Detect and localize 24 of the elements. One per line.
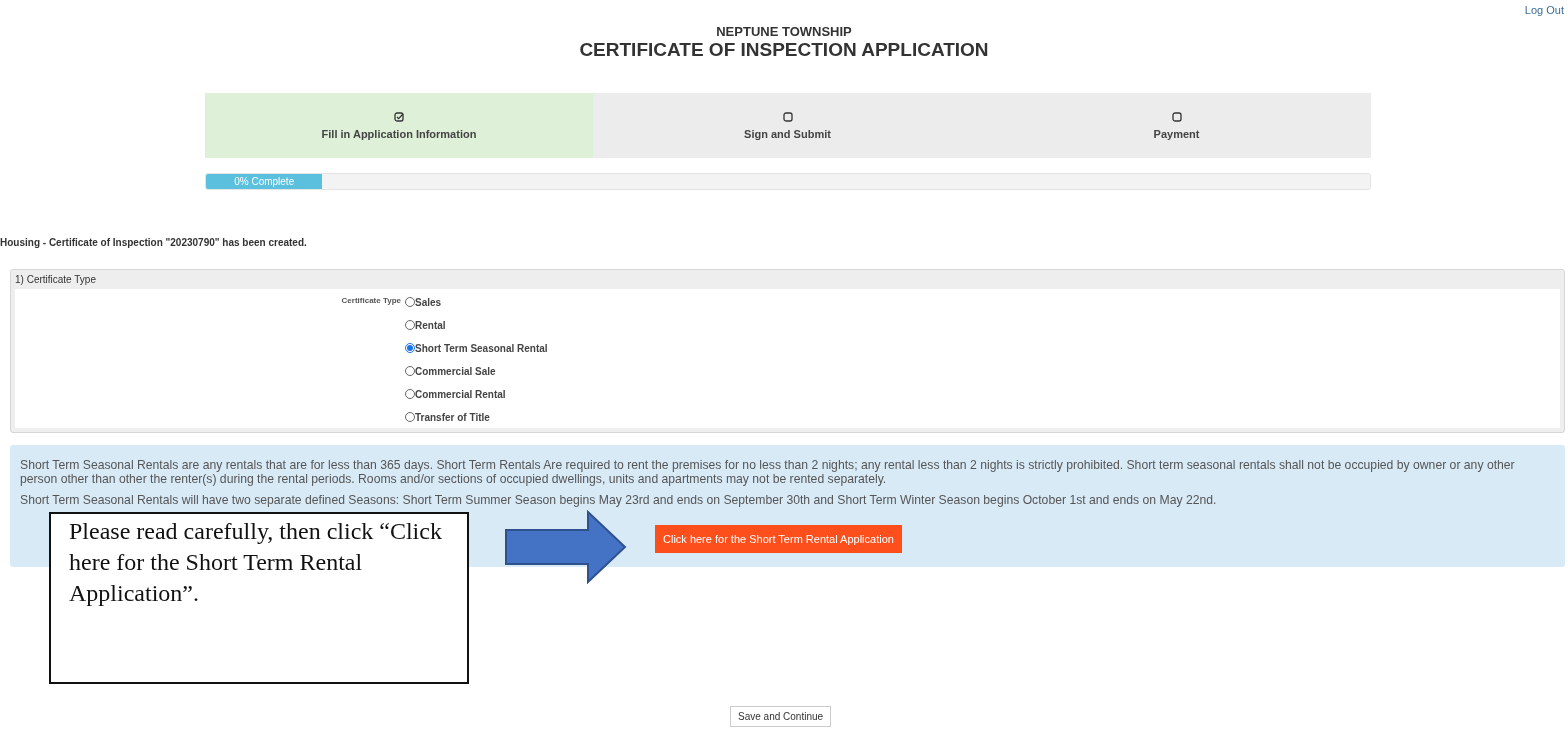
- step-label: Sign and Submit: [744, 127, 831, 140]
- radio-option[interactable]: Transfer of Title: [405, 408, 1560, 426]
- save-continue-button[interactable]: Save and Continue: [730, 706, 832, 727]
- empty-box-icon: [1171, 111, 1182, 122]
- logout-link[interactable]: Log Out: [1524, 4, 1564, 18]
- radio-option[interactable]: Sales: [405, 293, 1560, 311]
- checked-box-icon: [394, 111, 404, 122]
- callout-text: Please read carefully, then click “Click here for the Short Term Rental Application”.: [69, 517, 443, 608]
- status-message: Housing - Certificate of Inspection "20230790" has been created.: [0, 237, 308, 248]
- section-title: 1) Certificate Type: [15, 273, 97, 287]
- empty-box-icon: [782, 111, 793, 122]
- radio-option[interactable]: Rental: [405, 316, 1560, 334]
- radio-option[interactable]: Commercial Rental: [405, 385, 1560, 403]
- field-label: Certificate Type: [341, 295, 402, 307]
- info-paragraph: Short Term Seasonal Rentals are any rentals that are for less than 365 days. Short Term Rentals Are required to rent the premises for no less than 2 nights; any rental less than 2 nights is strictly prohibited. Short term seasonal rentals shall not be occupied by owner or any other person other than other the renter(s) during the rental periods. Rooms and/or sections of occupied dwellings, units and apartments may not be rented separately.: [20, 458, 1516, 487]
- step-label: Payment: [1153, 127, 1200, 140]
- page-title: CERTIFICATE OF INSPECTION APPLICATION: [579, 39, 989, 61]
- township-name: NEPTUNE TOWNSHIP: [716, 24, 852, 39]
- progress-fill: 0% Complete: [206, 174, 323, 189]
- info-paragraph: Short Term Seasonal Rentals will have two separate defined Seasons: Short Term Summer Season begins May 23rd and ends on September 30th and Short Term Winter Season begins October 1st and ends on May 22nd.: [20, 493, 1218, 508]
- radio-option[interactable]: Commercial Sale: [405, 362, 1560, 380]
- step-label: Fill in Application Information: [321, 127, 477, 140]
- arrow-icon: [505, 510, 627, 584]
- radio-option[interactable]: Short Term Seasonal Rental: [405, 339, 1560, 357]
